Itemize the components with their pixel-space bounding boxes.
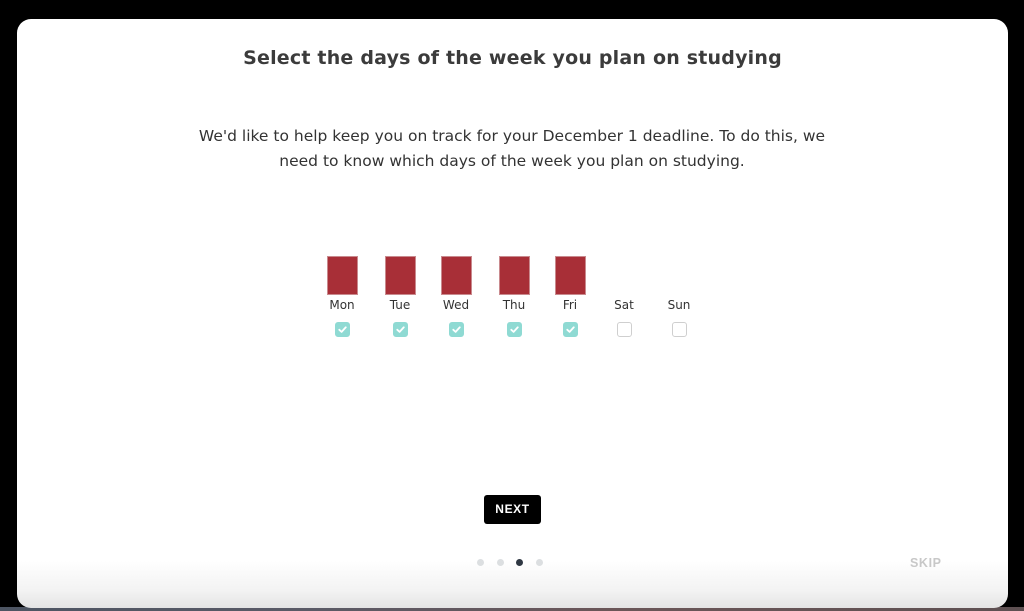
day-label: Sat bbox=[614, 298, 634, 312]
day-bar bbox=[384, 256, 416, 295]
day-label: Fri bbox=[562, 298, 578, 312]
onboarding-dialog: Select the days of the week you plan on … bbox=[17, 19, 1008, 608]
checkmark-icon bbox=[565, 326, 575, 333]
day-checkbox-mon[interactable] bbox=[334, 322, 350, 337]
day-bar bbox=[440, 256, 472, 295]
day-column-sat: Sat bbox=[599, 256, 649, 346]
day-checkbox-thu[interactable] bbox=[506, 322, 522, 337]
day-column-tue: Tue bbox=[375, 256, 425, 346]
day-bar bbox=[326, 256, 358, 295]
weekday-selector: Mon Tue Wed Thu Fri Sat Sun bbox=[17, 19, 1008, 419]
checkmark-icon bbox=[451, 326, 461, 333]
day-label: Mon bbox=[329, 298, 355, 312]
day-bar bbox=[554, 256, 586, 295]
day-checkbox-fri[interactable] bbox=[562, 322, 578, 337]
step-pager bbox=[477, 559, 557, 567]
day-bar bbox=[498, 256, 530, 295]
pager-dot[interactable] bbox=[536, 559, 543, 566]
day-label: Thu bbox=[502, 298, 526, 312]
skip-link[interactable]: SKIP bbox=[910, 556, 942, 570]
checkmark-icon bbox=[509, 326, 519, 333]
day-checkbox-sat[interactable] bbox=[616, 322, 632, 337]
checkmark-icon bbox=[395, 326, 405, 333]
day-label: Tue bbox=[389, 298, 411, 312]
day-label: Wed bbox=[442, 298, 470, 312]
pager-dot[interactable] bbox=[516, 559, 523, 566]
day-column-mon: Mon bbox=[317, 256, 367, 346]
day-column-fri: Fri bbox=[545, 256, 595, 346]
day-column-thu: Thu bbox=[489, 256, 539, 346]
day-checkbox-wed[interactable] bbox=[448, 322, 464, 337]
next-button[interactable]: NEXT bbox=[484, 495, 541, 524]
day-column-wed: Wed bbox=[431, 256, 481, 346]
pager-dot[interactable] bbox=[497, 559, 504, 566]
checkmark-icon bbox=[337, 326, 347, 333]
day-checkbox-tue[interactable] bbox=[392, 322, 408, 337]
day-checkbox-sun[interactable] bbox=[671, 322, 687, 337]
pager-dot[interactable] bbox=[477, 559, 484, 566]
day-column-sun: Sun bbox=[654, 256, 704, 346]
day-label: Sun bbox=[667, 298, 691, 312]
